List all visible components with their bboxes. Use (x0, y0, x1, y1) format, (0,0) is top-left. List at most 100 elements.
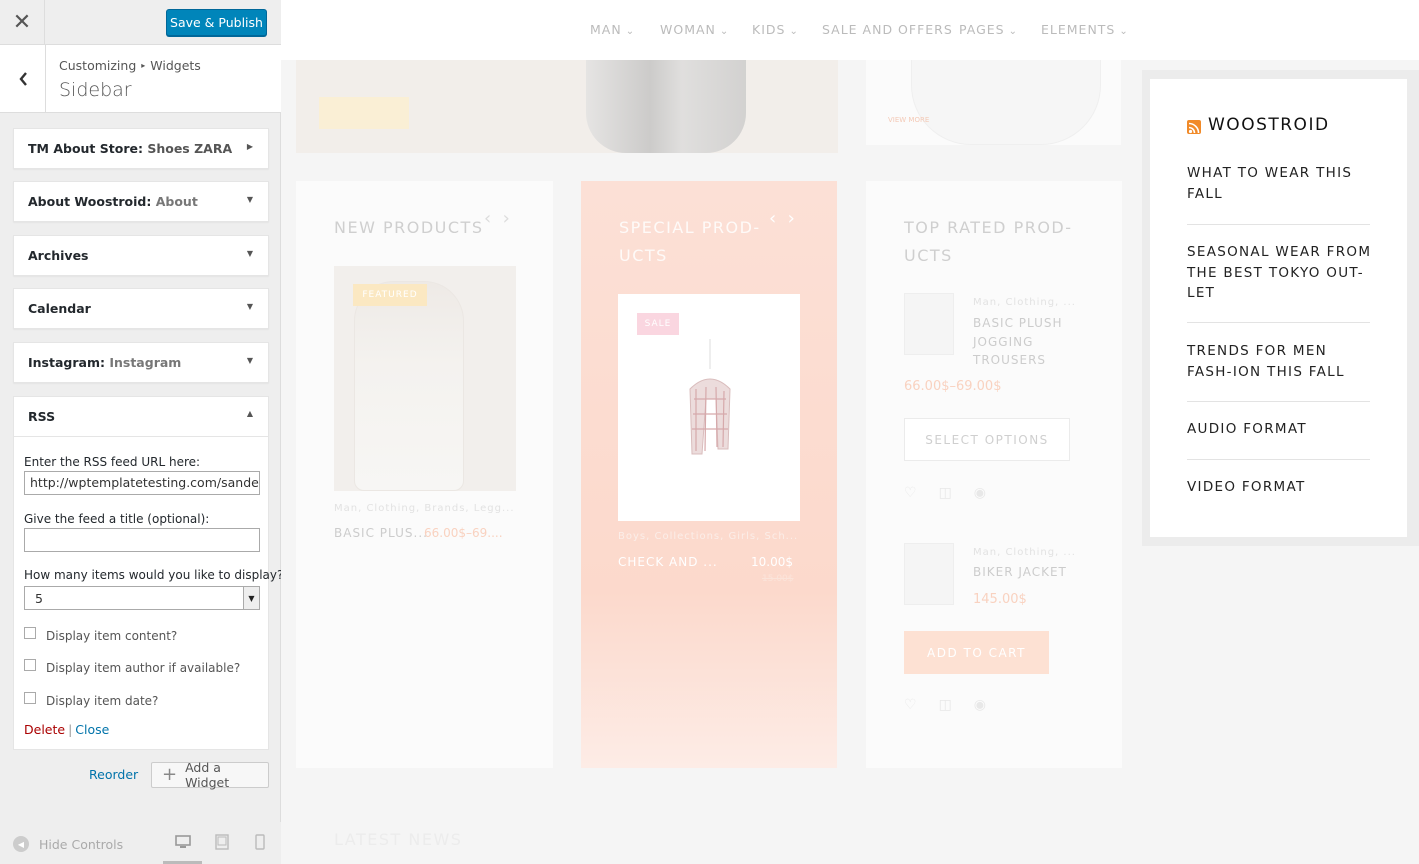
banner-view-more-button[interactable] (319, 97, 409, 129)
widget-title: Calendar (28, 301, 91, 316)
breadcrumb-root: Customizing (59, 58, 137, 73)
collapse-arrow-icon: ◀ (13, 836, 29, 852)
rss-feed-item[interactable]: AUDIO FORMAT (1187, 419, 1373, 440)
widget-title-label: TM About Store: (28, 141, 143, 156)
widget-title: TM About Store: Shoes ZARA (28, 141, 232, 156)
heart-icon[interactable]: ♡ (904, 697, 939, 713)
widget-subtitle: About (155, 194, 198, 209)
display-content-checkbox[interactable] (24, 627, 36, 639)
rss-widget-title[interactable]: WOOSTROID (1187, 115, 1330, 135)
rss-url-input[interactable]: http://wptemplatetesting.com/sander/w (24, 471, 260, 495)
compare-icon[interactable]: ◫ (939, 697, 974, 713)
section-title-bar: Customizing ▸ Widgets Sidebar (0, 45, 281, 113)
widget-archives[interactable]: Archives ▼ (13, 235, 269, 276)
product-price: 10.00$ (751, 555, 793, 569)
top-rated-products-column: TOP RATED PROD-UCTS Man, Clothing, ... B… (866, 181, 1122, 768)
nav-item-woman[interactable]: WOMAN ⌄ (660, 22, 729, 37)
triangle-right-icon[interactable]: ▶ (247, 142, 253, 151)
widget-about-woostroid[interactable]: About Woostroid: About ▼ (13, 181, 269, 222)
widget-instagram[interactable]: Instagram: Instagram ▼ (13, 342, 269, 383)
compare-icon[interactable]: ◫ (939, 485, 974, 501)
action-separator: | (68, 722, 73, 737)
product-name[interactable]: CHECK AND ... (618, 555, 718, 569)
display-content-label: Display item content? (46, 629, 178, 643)
add-widget-button[interactable]: + Add a Widget (151, 760, 269, 790)
rss-count-label: How many items would you like to display… (24, 568, 284, 582)
dropdown-arrow-icon[interactable]: ▼ (243, 587, 259, 609)
widget-calendar[interactable]: Calendar ▼ (13, 288, 269, 329)
delete-link[interactable]: Delete (24, 722, 65, 737)
product-thumbnail[interactable] (904, 293, 954, 355)
triangle-down-icon[interactable]: ▼ (247, 195, 253, 204)
nav-item-man[interactable]: MAN ⌄ (590, 22, 635, 37)
save-publish-button[interactable]: Save & Publish (166, 9, 267, 36)
rss-count-value: 5 (35, 591, 43, 606)
rss-icon (1187, 120, 1201, 134)
heart-icon[interactable]: ♡ (904, 485, 939, 501)
hide-controls-label: Hide Controls (39, 836, 124, 852)
featured-badge: FEATURED (353, 284, 427, 306)
rss-feed-item[interactable]: VIDEO FORMAT (1187, 477, 1373, 498)
widget-tm-about-store[interactable]: TM About Store: Shoes ZARA ▶ (13, 128, 269, 169)
mobile-preview-icon[interactable] (255, 834, 265, 850)
triangle-up-icon[interactable]: ▲ (247, 409, 253, 418)
nav-item-pages[interactable]: PAGES ⌄ (959, 22, 1018, 37)
close-customizer-button[interactable]: ✕ (0, 0, 45, 45)
add-to-cart-button[interactable]: ADD TO CART (904, 631, 1049, 674)
eye-icon[interactable]: ◉ (974, 697, 1008, 713)
column-title: TOP RATED PROD-UCTS (904, 218, 1073, 265)
product-thumbnail[interactable] (904, 543, 954, 605)
widget-title: Instagram: Instagram (28, 355, 181, 370)
breadcrumb-separator-icon: ▸ (141, 61, 146, 70)
chevron-down-icon: ⌄ (625, 26, 636, 37)
divider (1187, 322, 1370, 323)
rss-title-input[interactable] (24, 528, 260, 552)
display-author-label: Display item author if available? (46, 661, 241, 675)
desktop-preview-icon[interactable] (175, 834, 191, 850)
rss-count-select[interactable]: 5 ▼ (24, 586, 260, 610)
chevron-down-icon: ⌄ (1119, 26, 1129, 37)
widget-title-label: About Woostroid: (28, 194, 152, 209)
close-link[interactable]: Close (75, 722, 109, 737)
product-name[interactable]: BASIC PLUSH JOGGING TROUSERS (973, 314, 1083, 370)
product-image[interactable]: FEATURED (334, 266, 516, 491)
chevron-right-icon[interactable]: › (788, 208, 795, 229)
customizer-footer: ◀ Hide Controls (0, 822, 281, 864)
triangle-down-icon[interactable]: ▼ (247, 302, 253, 311)
chevron-left-icon[interactable]: ‹ (769, 208, 776, 229)
nav-item-label: ELEMENTS (1041, 22, 1116, 37)
rss-widget-header[interactable]: RSS ▲ (14, 397, 268, 437)
banner-right-link[interactable]: VIEW MORE (888, 116, 929, 124)
sale-badge: SALE (637, 313, 679, 335)
rss-feed-item[interactable]: WHAT TO WEAR THIS FALL (1187, 163, 1373, 204)
carousel-arrows[interactable]: ‹ › (769, 208, 795, 229)
eye-icon[interactable]: ◉ (974, 485, 1008, 501)
display-author-checkbox[interactable] (24, 659, 36, 671)
display-date-checkbox[interactable] (24, 692, 36, 704)
latest-news-heading: LATEST NEWS (334, 830, 463, 849)
nav-item-label: MAN (590, 22, 622, 37)
nav-item-elements[interactable]: ELEMENTS ⌄ (1041, 22, 1129, 37)
triangle-down-icon[interactable]: ▼ (247, 249, 253, 258)
reorder-link[interactable]: Reorder (89, 767, 138, 782)
chevron-right-icon[interactable]: › (503, 208, 510, 229)
triangle-down-icon[interactable]: ▼ (247, 356, 253, 365)
hide-controls-button[interactable]: ◀ Hide Controls (13, 836, 123, 852)
plus-icon: + (162, 764, 178, 785)
shirt-image (911, 60, 1101, 145)
carousel-arrows[interactable]: ‹ › (484, 208, 510, 229)
rss-feed-item[interactable]: TRENDS FOR MEN FASH-ION THIS FALL (1187, 341, 1373, 382)
widget-subtitle: Instagram (109, 355, 182, 370)
nav-item-kids[interactable]: KIDS ⌄ (752, 22, 799, 37)
back-button[interactable] (0, 45, 46, 112)
rss-feed-item[interactable]: SEASONAL WEAR FROM THE BEST TOKYO OUT-LE… (1187, 242, 1373, 304)
tablet-preview-icon[interactable] (215, 834, 229, 850)
product-name[interactable]: BIKER JACKET (973, 565, 1067, 579)
product-image[interactable]: SALE (618, 294, 800, 521)
rss-feed-name: WOOSTROID (1208, 115, 1330, 135)
nav-item-sale[interactable]: SALE AND OFFERS (822, 22, 953, 37)
chevron-left-icon[interactable]: ‹ (484, 208, 491, 229)
select-options-button[interactable]: SELECT OPTIONS (904, 418, 1070, 461)
product-name[interactable]: BASIC PLUS... (334, 526, 428, 540)
chevron-down-icon: ⌄ (719, 26, 730, 37)
